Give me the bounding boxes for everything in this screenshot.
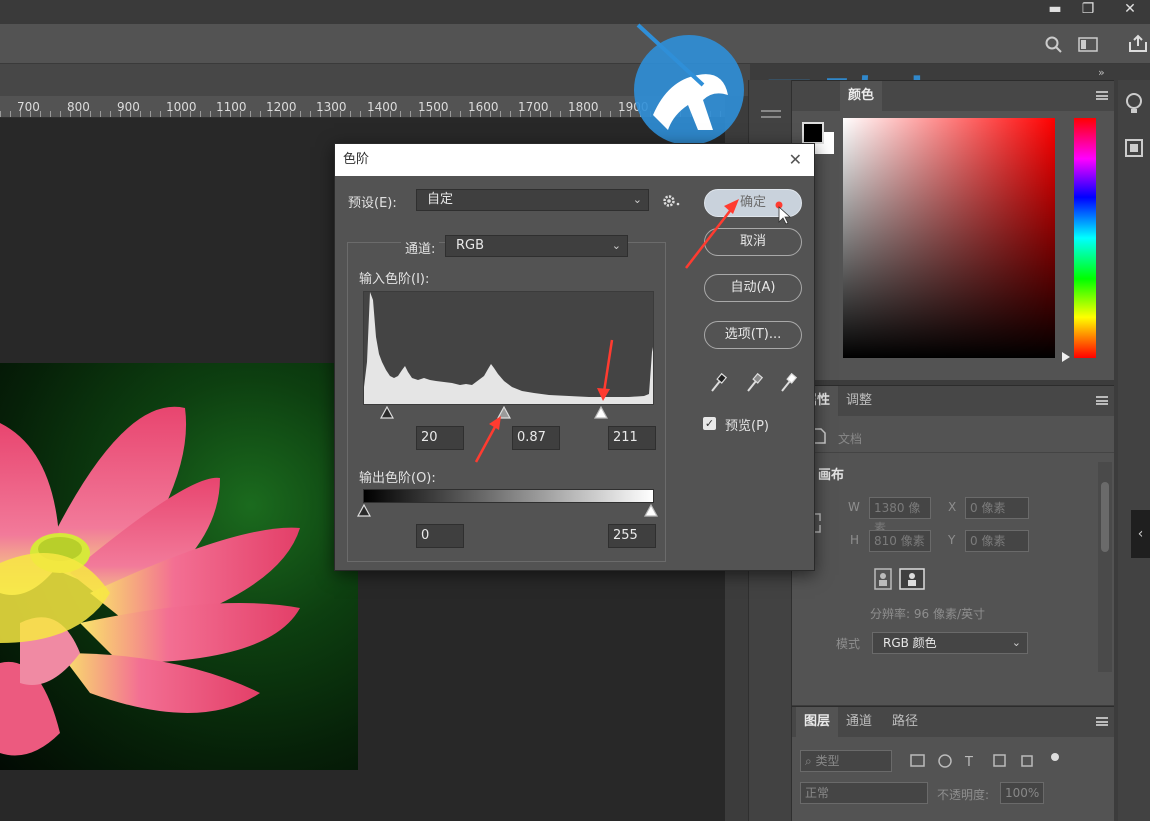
annotation-arrows (474, 199, 792, 463)
